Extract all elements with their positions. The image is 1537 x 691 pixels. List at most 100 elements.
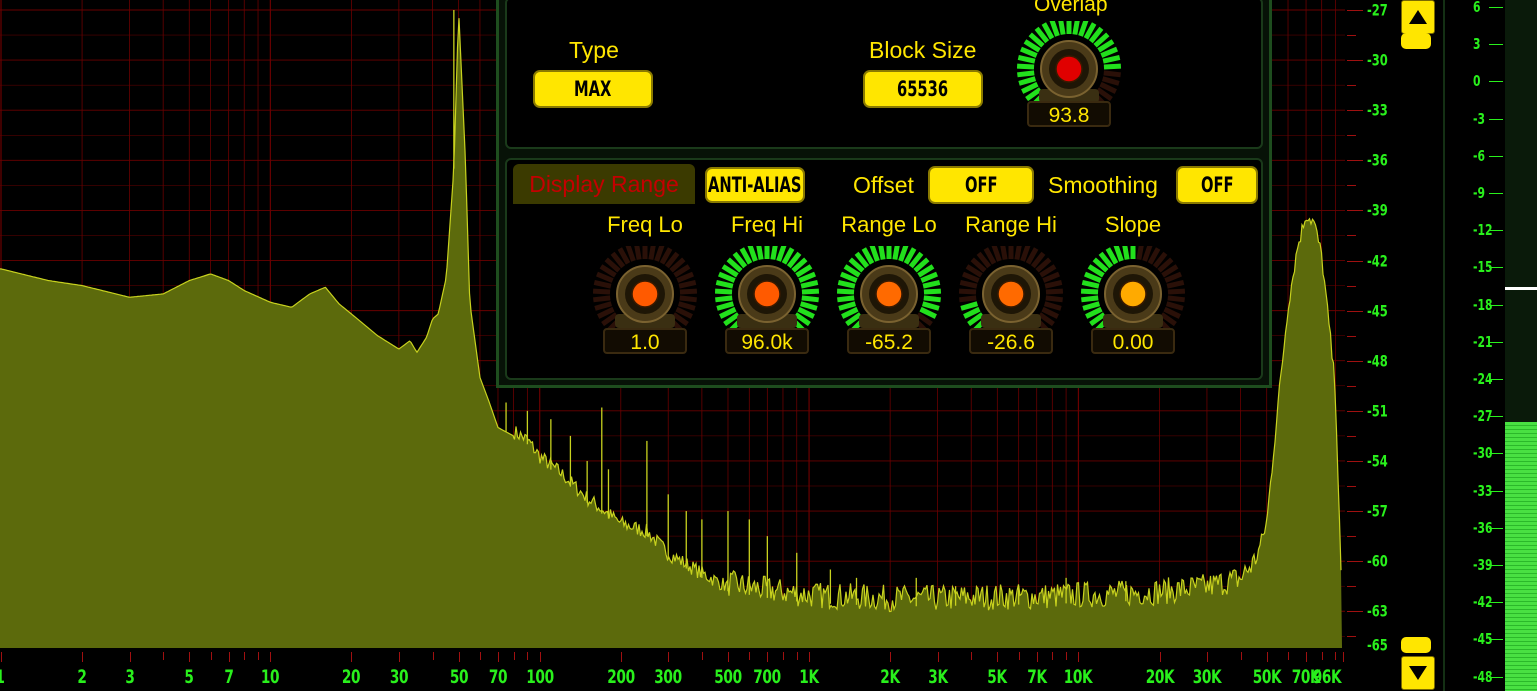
x-minor-tick <box>971 652 973 660</box>
knob-freq-hi[interactable]: 96.0k <box>715 246 825 366</box>
overlap-knob[interactable]: 93.8 <box>1017 21 1127 141</box>
x-minor-tick <box>1288 652 1290 660</box>
knob-segment <box>1166 279 1185 289</box>
type-button[interactable]: MAX <box>533 70 653 108</box>
knob-segment <box>801 295 819 303</box>
x-tick-label: 1K <box>799 666 819 688</box>
x-minor-tick <box>189 652 191 660</box>
knob-dial <box>837 246 942 333</box>
knob-value: 1.0 <box>603 328 687 354</box>
x-minor-tick <box>228 652 230 660</box>
knob-segment <box>1122 246 1130 260</box>
x-minor-tick <box>767 652 769 660</box>
knob-segment <box>799 301 818 311</box>
meter-tick-mark <box>1489 230 1503 232</box>
x-minor-tick <box>937 652 939 660</box>
meter-fill <box>1505 421 1537 691</box>
type-label: Type <box>569 37 619 63</box>
arrow-down-icon <box>1409 666 1427 680</box>
x-minor-tick <box>1052 652 1054 660</box>
display-range-section: Display Range ANTI-ALIAS Offset OFF Smoo… <box>505 158 1263 380</box>
meter-tick-label: -6 <box>1473 146 1486 165</box>
knob-segment <box>594 301 613 311</box>
smoothing-button[interactable]: OFF <box>1176 166 1258 204</box>
knob-cap <box>997 280 1025 308</box>
anti-alias-button[interactable]: ANTI-ALIAS <box>705 167 805 203</box>
y-tick-label: -33 <box>1367 100 1388 120</box>
knob-segment <box>716 301 735 311</box>
x-minor-tick <box>398 652 400 660</box>
y-tick-mark <box>1347 335 1356 337</box>
knob-segment <box>837 288 855 295</box>
scroll-up-button[interactable] <box>1401 0 1435 34</box>
knob-segment <box>837 279 856 289</box>
knob-segment <box>1058 21 1066 35</box>
y-tick-label: -30 <box>1367 50 1388 70</box>
x-minor-tick <box>890 652 892 660</box>
knob-segment <box>593 279 612 289</box>
y-tick-mark <box>1347 35 1356 37</box>
knob-segment <box>1081 295 1099 303</box>
knob-freq-lo[interactable]: 1.0 <box>593 246 703 366</box>
smoothing-label: Smoothing <box>1048 172 1158 198</box>
x-tick-label: 30K <box>1192 666 1222 688</box>
x-minor-tick <box>1206 652 1208 660</box>
knob-segment <box>1081 279 1100 289</box>
knob-slope[interactable]: 0.00 <box>1081 246 1191 366</box>
knob-segment <box>715 295 733 303</box>
x-tick-label: 2 <box>77 666 87 688</box>
x-tick-label: 200 <box>607 666 635 688</box>
knob-segment <box>801 288 820 295</box>
scroll-thumb-bottom[interactable] <box>1401 637 1431 653</box>
x-minor-tick <box>1321 652 1323 660</box>
offset-button[interactable]: OFF <box>928 166 1034 204</box>
knob-segment <box>1078 21 1089 37</box>
x-tick-label: 7K <box>1026 666 1047 688</box>
x-tick-label: 7 <box>224 666 234 688</box>
scroll-down-button[interactable] <box>1401 656 1435 690</box>
block-size-button[interactable]: 65536 <box>863 70 983 108</box>
knob-range-lo[interactable]: -65.2 <box>837 246 947 366</box>
knob-segment <box>892 246 900 260</box>
knob-segment <box>1017 54 1036 64</box>
overlap-value: 93.8 <box>1027 101 1111 127</box>
x-tick-label: 2K <box>880 666 900 688</box>
knob-segment <box>654 246 665 262</box>
knob-segment <box>634 246 642 260</box>
x-minor-tick <box>1159 652 1161 660</box>
knob-dial <box>1081 246 1186 333</box>
knob-cap <box>1055 55 1083 83</box>
y-tick-mark <box>1347 636 1356 638</box>
arrow-up-icon <box>1409 10 1427 24</box>
knob-range-hi[interactable]: -26.6 <box>959 246 1069 366</box>
knob-segment <box>800 279 819 289</box>
knob-cap <box>753 280 781 308</box>
x-tick-label: 50 <box>449 666 468 688</box>
level-axis: -27 -30 -33 -36 -39 -42 -45 -48 -51 -54 -57 -60 -63 -… <box>1345 0 1395 654</box>
x-minor-tick <box>782 652 784 660</box>
knob-dial <box>715 246 820 333</box>
knob-segment <box>593 288 611 295</box>
y-tick-label: -65 <box>1367 635 1388 655</box>
x-tick-mark <box>1 652 2 662</box>
x-tick-label: 100 <box>525 666 554 688</box>
x-minor-tick <box>749 652 751 660</box>
display-range-tab[interactable]: Display Range <box>513 164 695 204</box>
y-tick-label: -39 <box>1367 200 1388 220</box>
knob-segment <box>1103 63 1122 70</box>
x-tick-label: 30 <box>389 666 409 688</box>
meter-tick-label: -3 <box>1473 109 1486 128</box>
y-tick-mark <box>1347 260 1363 262</box>
meter-tick-mark <box>1489 602 1503 604</box>
knob-segment <box>1044 279 1063 289</box>
x-minor-tick <box>479 652 481 660</box>
meter-tick-label: 3 <box>1473 35 1481 54</box>
x-minor-tick <box>1306 652 1308 660</box>
y-tick-mark <box>1347 460 1363 462</box>
scroll-thumb-top[interactable] <box>1401 33 1431 49</box>
x-minor-tick <box>701 652 703 660</box>
knob-segment <box>1072 21 1080 35</box>
knob-segment <box>756 246 764 260</box>
y-tick-label: -27 <box>1367 0 1388 20</box>
knob-segment <box>715 288 733 295</box>
